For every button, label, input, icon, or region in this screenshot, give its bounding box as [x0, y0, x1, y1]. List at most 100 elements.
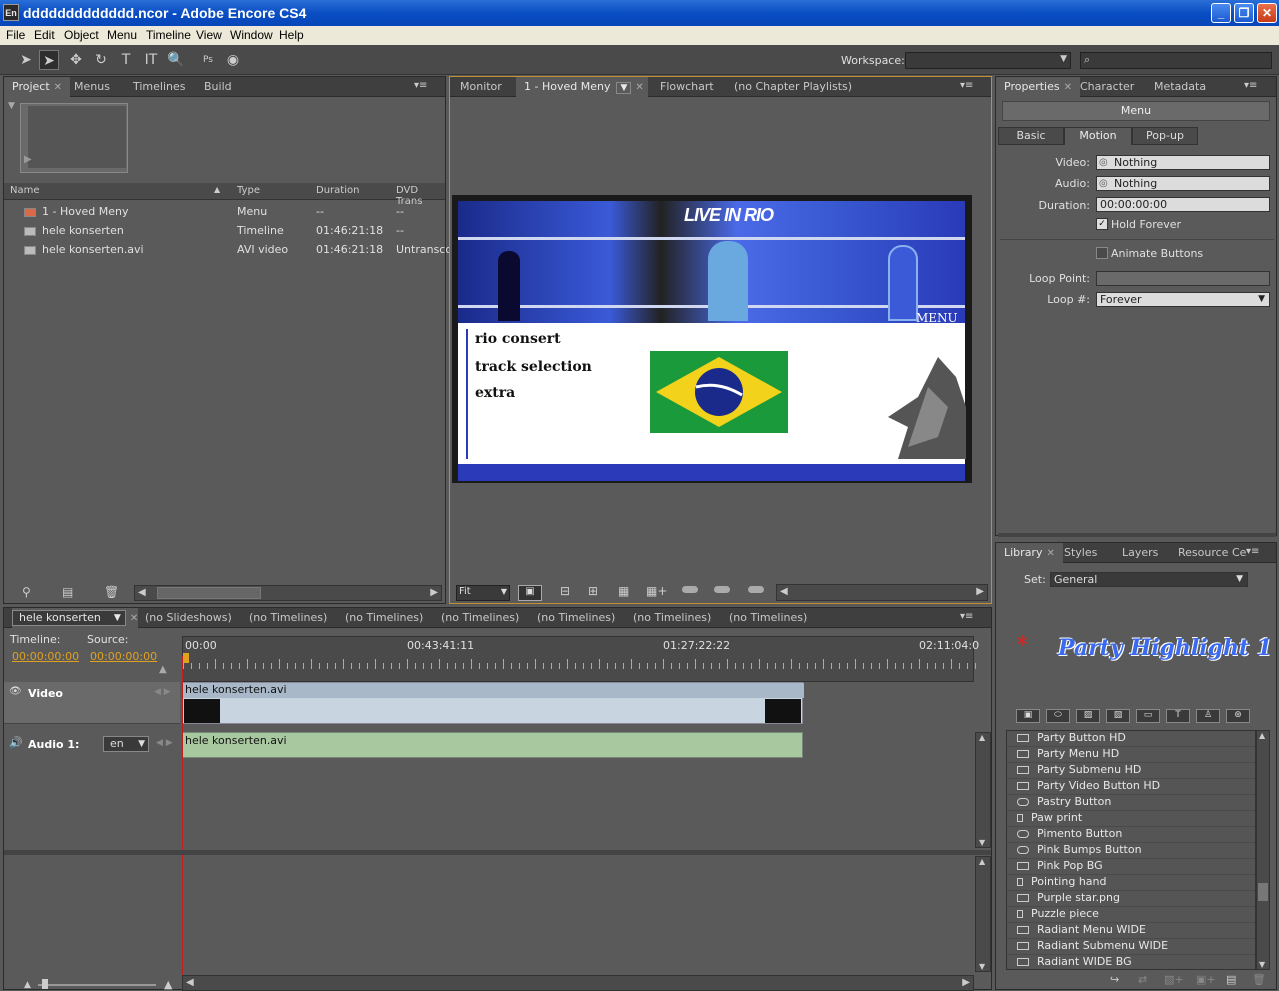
- list-item[interactable]: Pimento Button: [1007, 827, 1255, 843]
- keyframe-nav-icon[interactable]: ◀ ▶: [156, 738, 173, 748]
- tab-hoved-meny[interactable]: 1 - Hoved Meny ▼ ✕: [516, 77, 648, 97]
- tab-slideshows[interactable]: (no Slideshows): [137, 608, 240, 628]
- vertical-text-tool-icon[interactable]: IT: [141, 50, 161, 70]
- direct-select-tool-icon[interactable]: ➤: [39, 50, 59, 70]
- tab-chapter-playlists[interactable]: (no Chapter Playlists): [726, 77, 860, 97]
- trash-icon[interactable]: 🗑: [1252, 973, 1266, 986]
- scroll-left-icon[interactable]: ◀: [138, 587, 146, 598]
- tab-timelines-2[interactable]: (no Timelines): [241, 608, 335, 628]
- lower-vscrollbar[interactable]: ▲ ▼: [975, 856, 991, 972]
- speaker-icon[interactable]: 🔊: [9, 736, 23, 749]
- timeline-timecode[interactable]: 00:00:00:00: [12, 650, 79, 663]
- replace-icon[interactable]: ⊛: [1226, 709, 1250, 723]
- show-activated-icon[interactable]: [748, 586, 764, 593]
- col-duration[interactable]: Duration: [316, 185, 359, 196]
- list-item[interactable]: Pointing hand: [1007, 875, 1255, 891]
- scroll-right-icon[interactable]: ▶: [976, 586, 984, 597]
- menu-file[interactable]: File: [6, 28, 25, 42]
- panel-menu-icon[interactable]: ▾≡: [960, 80, 973, 91]
- minimize-button[interactable]: _: [1211, 3, 1231, 23]
- new-menu-icon[interactable]: ▧+: [1164, 973, 1184, 986]
- tab-styles[interactable]: Styles: [1056, 543, 1105, 563]
- tab-resource-central[interactable]: Resource Ce: [1170, 543, 1254, 563]
- place-icon[interactable]: ↪: [1110, 973, 1119, 986]
- panel-menu-icon[interactable]: ▾≡: [1244, 80, 1257, 91]
- menu-object[interactable]: Object: [64, 28, 99, 42]
- col-name[interactable]: Name: [10, 185, 40, 196]
- timeline-hscrollbar[interactable]: ◀ ▶: [182, 975, 974, 991]
- monitor-hscrollbar[interactable]: ◀ ▶: [776, 584, 988, 601]
- safe-area-icon[interactable]: ▣: [518, 585, 542, 601]
- source-timecode[interactable]: 00:00:00:00: [90, 650, 157, 663]
- grid-icon[interactable]: ▦: [618, 584, 629, 598]
- show-menus-icon[interactable]: ▣: [1016, 709, 1040, 723]
- shapes-icon[interactable]: ♙: [1196, 709, 1220, 723]
- audio-field[interactable]: ◎ Nothing: [1096, 176, 1270, 191]
- list-item[interactable]: Radiant WIDE BG: [1007, 955, 1255, 969]
- subtab-popup[interactable]: Pop-up: [1132, 127, 1198, 145]
- scroll-up-icon[interactable]: ▲: [1259, 731, 1265, 740]
- panel-menu-icon[interactable]: ▾≡: [960, 611, 973, 622]
- menu-view[interactable]: View: [196, 28, 222, 42]
- table-row[interactable]: hele konserten.avi AVI video 01:46:21:18…: [4, 240, 452, 259]
- list-item[interactable]: Pink Pop BG: [1007, 859, 1255, 875]
- list-item[interactable]: Pastry Button: [1007, 795, 1255, 811]
- duration-field[interactable]: 00:00:00:00: [1096, 197, 1270, 212]
- zoom-in-icon[interactable]: ▲: [164, 978, 172, 991]
- tab-timelines-7[interactable]: (no Timelines): [721, 608, 815, 628]
- show-backgrounds-icon[interactable]: ▧: [1106, 709, 1130, 723]
- selection-tool-icon[interactable]: ➤: [16, 50, 36, 70]
- loop-count-dropdown[interactable]: Forever ▼: [1096, 292, 1270, 307]
- video-clip[interactable]: hele konserten.avi: [182, 682, 804, 724]
- tab-metadata[interactable]: Metadata: [1146, 77, 1214, 97]
- scroll-thumb[interactable]: [1258, 883, 1268, 901]
- scroll-up-icon[interactable]: ▲: [979, 857, 985, 866]
- subtab-motion[interactable]: Motion: [1064, 127, 1132, 145]
- list-item[interactable]: Purple star.png: [1007, 891, 1255, 907]
- zoom-dropdown[interactable]: Fit ▼: [456, 585, 510, 601]
- hold-forever-checkbox[interactable]: ✓: [1096, 218, 1108, 230]
- list-item[interactable]: Pink Bumps Button: [1007, 843, 1255, 859]
- tab-flowchart[interactable]: Flowchart: [652, 77, 722, 97]
- table-row[interactable]: hele konserten Timeline 01:46:21:18 --: [4, 221, 445, 240]
- menu-button-track-selection[interactable]: track selection: [475, 359, 592, 375]
- snap-icon[interactable]: ▲: [159, 664, 167, 675]
- table-row[interactable]: 1 - Hoved Meny Menu -- --: [4, 202, 445, 221]
- close-icon[interactable]: ✕: [1064, 82, 1072, 93]
- panel-menu-icon[interactable]: ▾≡: [414, 80, 427, 91]
- zoom-slider[interactable]: [38, 984, 156, 986]
- move-tool-icon[interactable]: ✥: [66, 50, 86, 70]
- show-selected-icon[interactable]: [714, 586, 730, 593]
- menu-canvas[interactable]: LIVE IN RIO MENU rio consert track selec…: [452, 195, 972, 483]
- show-buttons-icon[interactable]: ⬭: [1046, 709, 1070, 723]
- list-item[interactable]: Radiant Submenu WIDE: [1007, 939, 1255, 955]
- filter-icon[interactable]: ⚲: [22, 585, 31, 599]
- show-normal-icon[interactable]: [682, 586, 698, 593]
- tab-build[interactable]: Build: [196, 77, 240, 97]
- list-item[interactable]: Puzzle piece: [1007, 907, 1255, 923]
- list-item[interactable]: Party Button HD: [1007, 731, 1255, 747]
- subtab-basic[interactable]: Basic: [998, 127, 1064, 145]
- menu-button-rio-consert[interactable]: rio consert: [475, 331, 561, 347]
- pickwhip-icon[interactable]: ◎: [1099, 156, 1108, 169]
- menu-help[interactable]: Help: [279, 28, 304, 42]
- track-splitter[interactable]: [4, 850, 991, 855]
- menu-menu[interactable]: Menu: [107, 28, 137, 42]
- audio-language-dropdown[interactable]: en ▼: [103, 736, 149, 752]
- preview-icon[interactable]: ◉: [223, 50, 243, 70]
- tab-timelines-4[interactable]: (no Timelines): [433, 608, 527, 628]
- maximize-button[interactable]: ❐: [1234, 3, 1254, 23]
- zoom-tool-icon[interactable]: 🔍: [166, 50, 186, 70]
- new-set-icon[interactable]: ▣+: [1196, 973, 1216, 986]
- show-images-icon[interactable]: ▨: [1076, 709, 1100, 723]
- tab-project[interactable]: Project ✕: [4, 77, 71, 97]
- folder-icon[interactable]: ▭: [1136, 709, 1160, 723]
- close-icon[interactable]: ✕: [1046, 548, 1054, 559]
- menu-timeline[interactable]: Timeline: [146, 28, 191, 42]
- list-item[interactable]: Party Submenu HD: [1007, 763, 1255, 779]
- tab-layers[interactable]: Layers: [1114, 543, 1166, 563]
- text-tool-icon[interactable]: T: [116, 50, 136, 70]
- replace-item-icon[interactable]: ⇄: [1138, 973, 1147, 986]
- tab-timelines-5[interactable]: (no Timelines): [529, 608, 623, 628]
- scroll-down-icon[interactable]: ▼: [1259, 960, 1265, 969]
